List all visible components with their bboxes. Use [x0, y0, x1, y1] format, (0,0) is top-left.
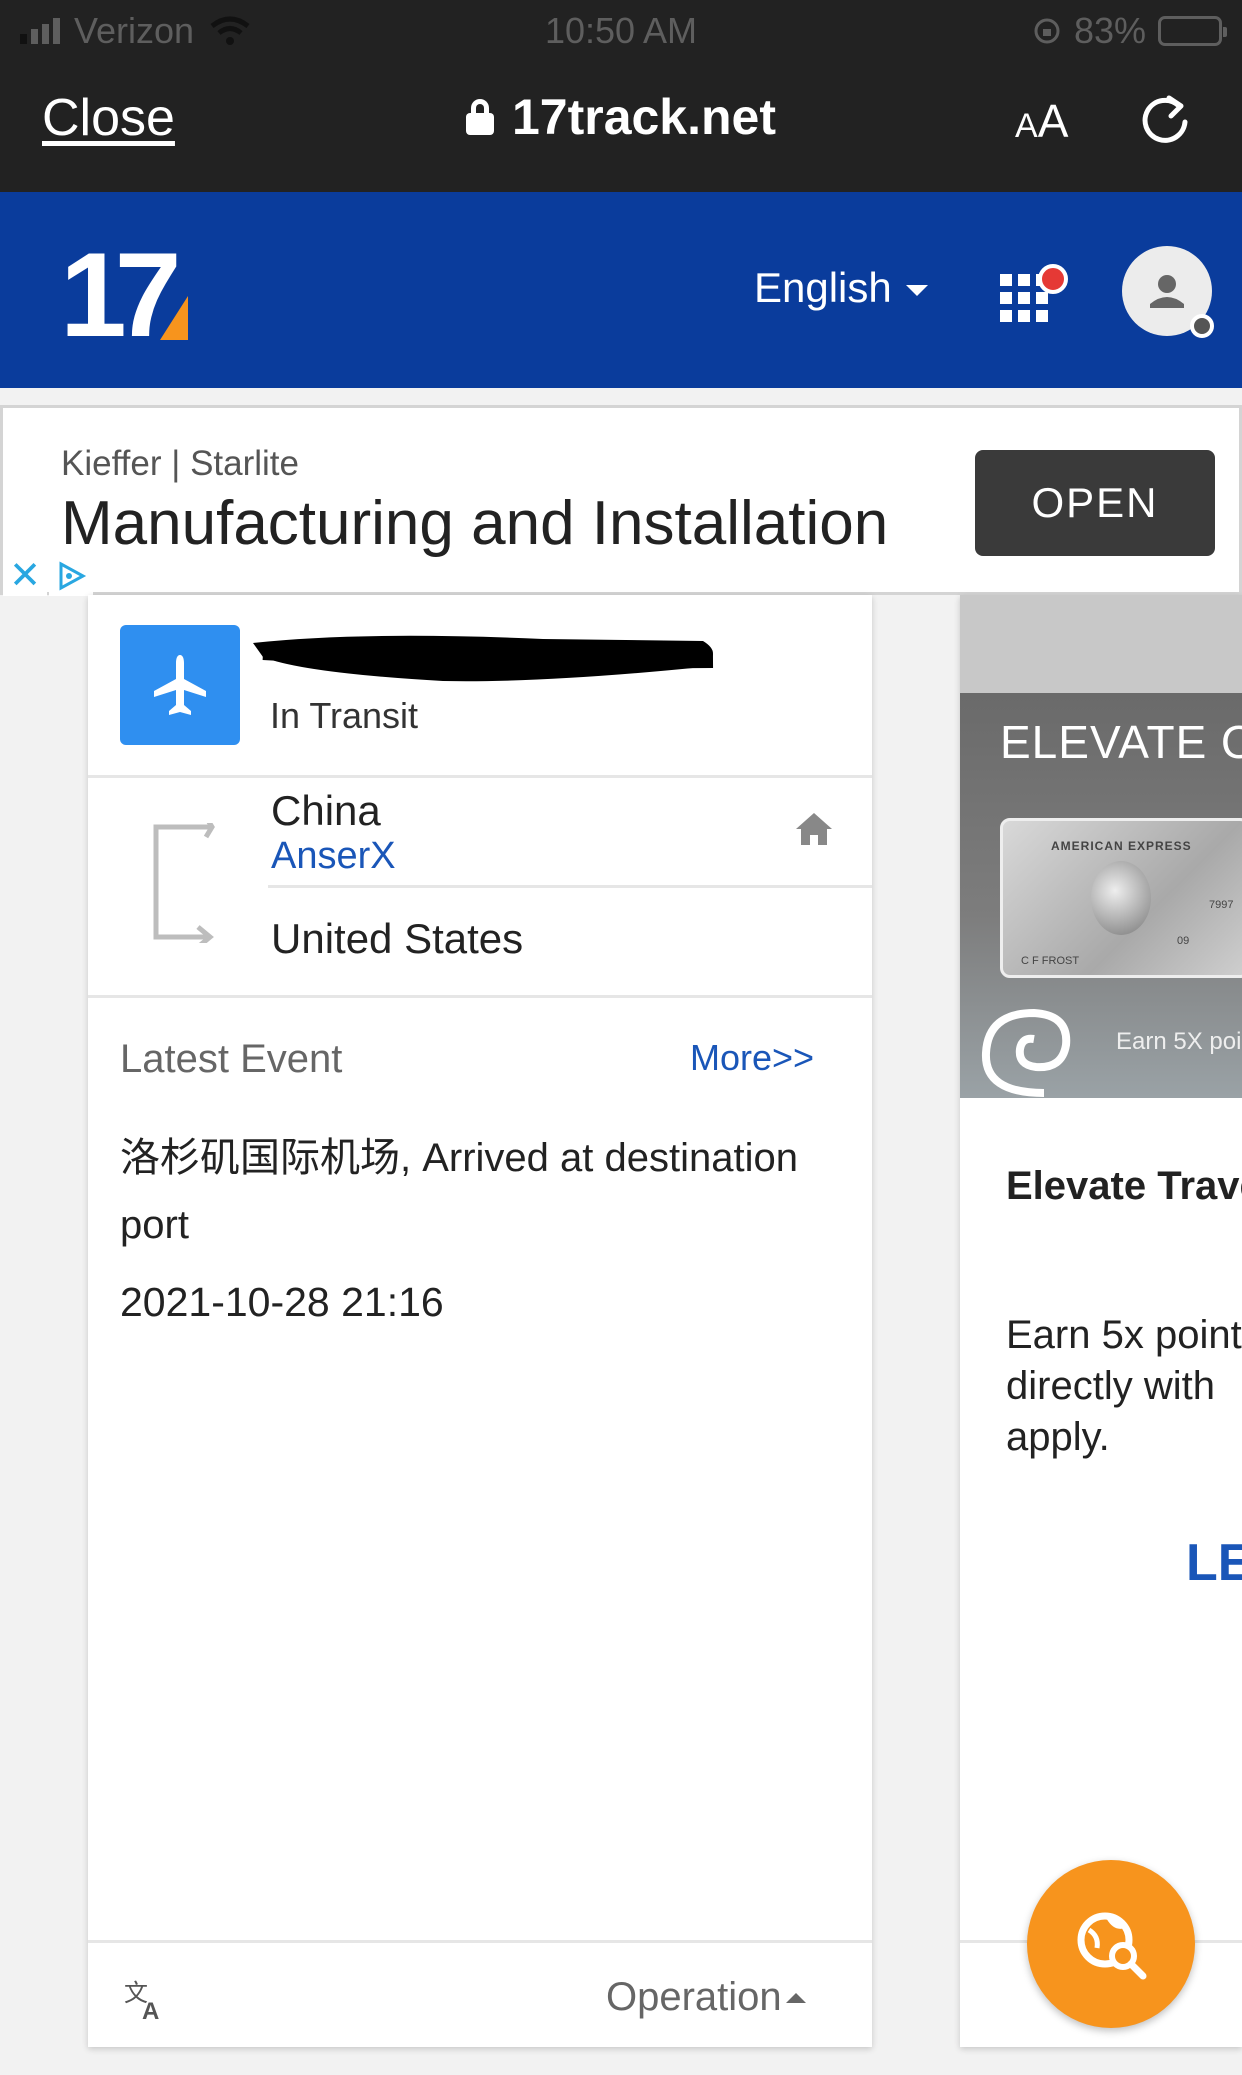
side-ad-top-band: [960, 595, 1242, 693]
card-name: C F FROST: [1021, 955, 1080, 967]
translate-icon[interactable]: 文 A: [122, 1975, 170, 2023]
centurion-emblem: [1091, 861, 1151, 935]
ad-banner[interactable]: Kieffer | Starlite Manufacturing and Ins…: [0, 405, 1242, 596]
side-ad-card[interactable]: ELEVATE OU AMERICAN EXPRESS 7997 09 C F …: [960, 595, 1242, 2047]
chevron-down-icon: [905, 284, 928, 296]
divider: [88, 775, 872, 778]
notification-dot: [1038, 264, 1068, 294]
airplane-icon: [154, 655, 206, 715]
card-number: 7997: [1209, 899, 1234, 911]
reload-icon[interactable]: [1135, 90, 1195, 150]
logo-17track[interactable]: 17: [60, 240, 200, 350]
browser-toolbar: Close 17track.net AA: [0, 62, 1242, 192]
origin-country: China: [271, 787, 381, 834]
status-dot: [1190, 314, 1214, 338]
divider: [88, 995, 872, 998]
route-icon: [153, 823, 215, 943]
tracking-card: In Transit China AnserX United States La…: [88, 595, 872, 2047]
card-brand: AMERICAN EXPRESS: [1051, 839, 1192, 853]
ad-advertiser: Kieffer | Starlite: [61, 444, 299, 483]
avatar[interactable]: [1122, 246, 1214, 338]
side-ad-title: Elevate Trave Card®.: [1006, 1164, 1242, 1208]
site-header: 17 English: [0, 192, 1242, 388]
caret-up-icon: [785, 1992, 806, 2003]
svg-text:A: A: [142, 1998, 159, 2023]
status-right-group: 83%: [1032, 10, 1227, 52]
destination-country: United States: [271, 915, 524, 962]
orientation-lock-icon: [1034, 18, 1060, 44]
operation-label: Operation: [606, 1975, 782, 2019]
ad-choices-icon[interactable]: [49, 556, 93, 596]
home-icon[interactable]: [794, 809, 834, 849]
latest-event-time: 2021-10-28 21:16: [120, 1279, 444, 1325]
side-ad-image-caption: Earn 5X poi: [1116, 1028, 1242, 1055]
shipment-status: In Transit: [270, 695, 419, 736]
battery-percent: 83%: [1073, 10, 1146, 51]
side-ad-cta[interactable]: LE: [1186, 1533, 1242, 1593]
in-transit-status-icon: [120, 625, 240, 745]
side-ad-image[interactable]: ELEVATE OU AMERICAN EXPRESS 7997 09 C F …: [960, 693, 1242, 1098]
battery-icon: [1158, 16, 1227, 46]
latest-event-text: 洛杉矶国际机场, Arrived at destination port: [120, 1136, 798, 1247]
side-ad-body: Earn 5x point directly with apply.: [1006, 1313, 1242, 1459]
ad-close-icon[interactable]: ✕: [3, 556, 47, 596]
ad-headline[interactable]: Manufacturing and Installation: [61, 488, 888, 559]
ad-open-button[interactable]: OPEN: [975, 450, 1215, 556]
more-events-link[interactable]: More>>: [690, 1037, 814, 1079]
swirl-graphic: [981, 1008, 1071, 1097]
language-label: English: [754, 264, 892, 311]
apps-button[interactable]: [1000, 264, 1068, 324]
card-expiry: 09: [1177, 935, 1190, 947]
status-bar: Verizon 10:50 AM 83%: [0, 0, 1242, 62]
divider: [268, 885, 872, 888]
track-search-fab[interactable]: [1027, 1860, 1195, 2028]
operation-button[interactable]: Operation: [606, 1975, 806, 2020]
language-select[interactable]: English: [754, 264, 928, 312]
latest-event-label: Latest Event: [120, 1037, 343, 1081]
lock-icon: [465, 99, 494, 135]
url-text: 17track.net: [511, 89, 777, 145]
side-ad-image-title: ELEVATE OU: [1000, 716, 1242, 768]
svg-text:17: 17: [60, 240, 177, 350]
divider: [88, 1940, 872, 1943]
amex-card-image: AMERICAN EXPRESS 7997 09 C F FROST: [1000, 818, 1242, 978]
search-globe-icon: [1077, 1912, 1147, 1980]
redacted-tracking-number: [253, 635, 714, 682]
text-size-button[interactable]: AA: [1015, 94, 1068, 148]
carrier-link[interactable]: AnserX: [271, 835, 396, 878]
